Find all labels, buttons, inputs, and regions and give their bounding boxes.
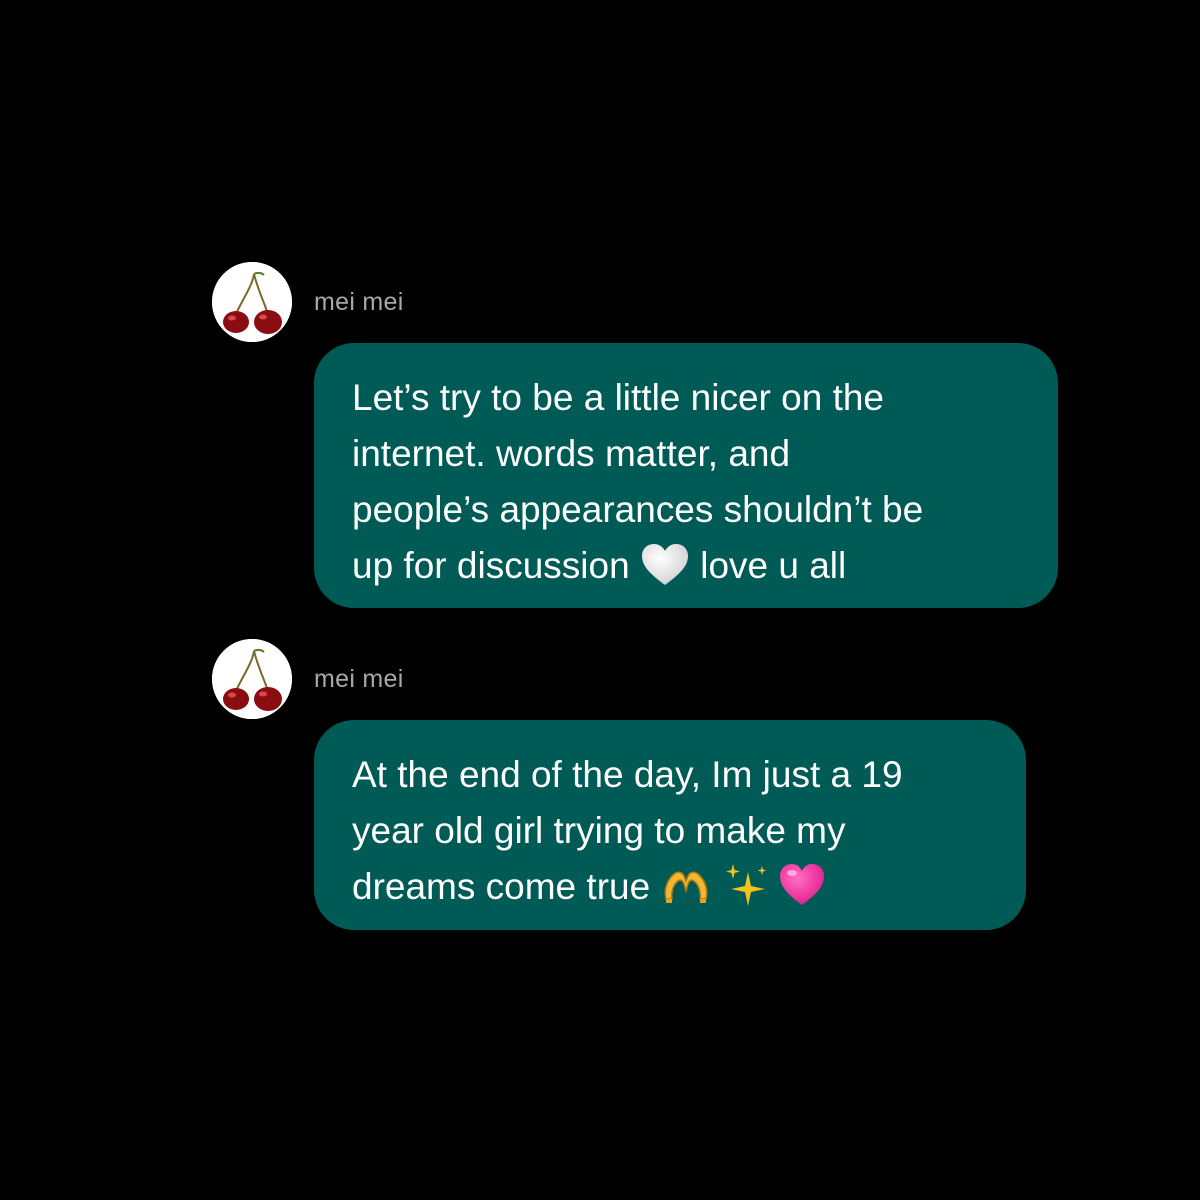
message-line: year old girl trying to make my: [352, 810, 846, 851]
sender-name: mei mei: [314, 665, 404, 693]
message-line-last: up for discussion love u all: [352, 538, 1020, 594]
message-line-last: dreams come true: [352, 859, 988, 915]
message-text: dreams come true: [352, 866, 661, 907]
cherry-icon: [212, 262, 292, 342]
avatar[interactable]: [212, 262, 292, 342]
message-text: love u all: [689, 545, 847, 586]
avatar[interactable]: [212, 639, 292, 719]
message-bubble[interactable]: Let’s try to be a little nicer on the in…: [314, 343, 1058, 608]
pink-heart-icon: [778, 862, 826, 908]
message-line: internet. words matter, and: [352, 433, 791, 474]
message-line: people’s appearances shouldn’t be: [352, 489, 924, 530]
message-line: Let’s try to be a little nicer on the: [352, 377, 885, 418]
message-bubble[interactable]: At the end of the day, Im just a 19 year…: [314, 720, 1026, 930]
message-line: At the end of the day, Im just a 19: [352, 754, 903, 795]
heart-hands-icon: [660, 865, 712, 905]
sparkles-icon: [722, 862, 770, 908]
cherry-icon: [212, 639, 292, 719]
message-text: up for discussion: [352, 545, 640, 586]
white-heart-icon: [640, 542, 690, 588]
sender-name: mei mei: [314, 288, 404, 316]
